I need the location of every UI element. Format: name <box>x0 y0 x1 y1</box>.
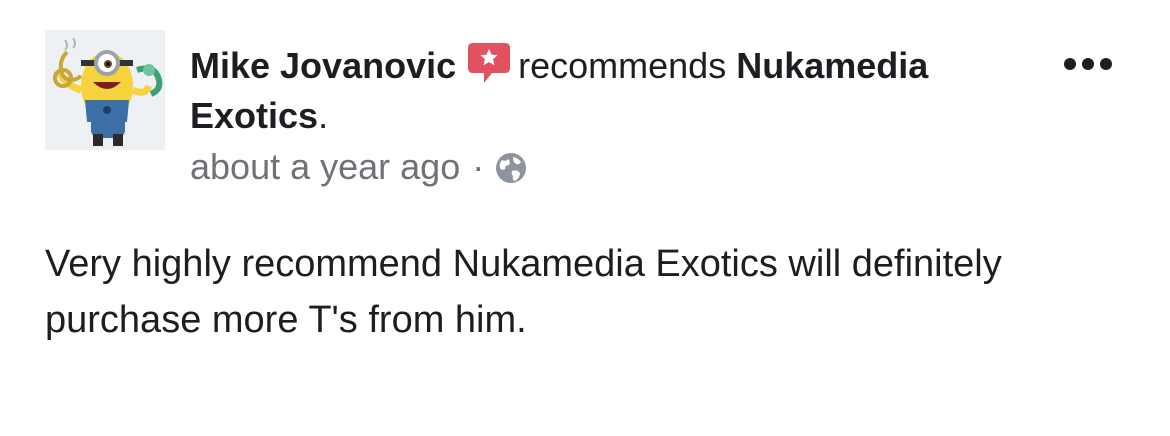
author-name-link[interactable]: Mike Jovanovic <box>190 45 456 86</box>
recommend-star-icon <box>466 40 512 86</box>
post-body-text: Very highly recommend Nukamedia Exotics … <box>45 243 1002 341</box>
page-suffix: . <box>318 95 329 136</box>
minion-avatar-image <box>45 30 165 150</box>
timestamp-link[interactable]: about a year ago <box>190 146 460 187</box>
meta-separator: · <box>472 146 485 187</box>
recommendation-post: Mike Jovanovic recommends Nukamedia Exot… <box>0 0 1170 436</box>
more-options-button[interactable] <box>1060 52 1116 76</box>
post-header: Mike Jovanovic recommends Nukamedia Exot… <box>190 40 1030 141</box>
more-options-icon <box>1064 58 1112 70</box>
globe-icon <box>494 148 528 183</box>
action-text: recommends <box>518 45 727 86</box>
author-avatar[interactable] <box>45 30 165 150</box>
post-meta: about a year ago · <box>190 142 528 192</box>
